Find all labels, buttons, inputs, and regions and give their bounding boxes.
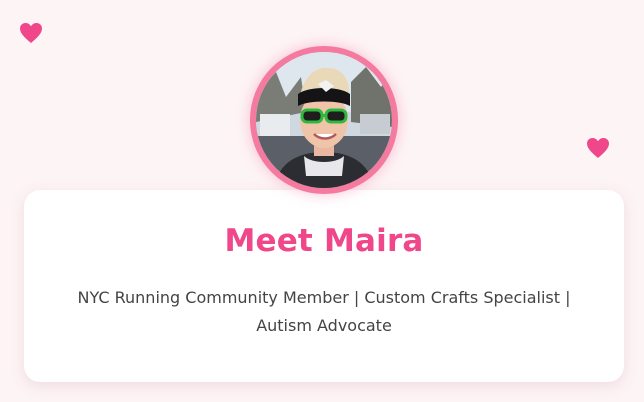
avatar — [256, 52, 392, 188]
profile-subtitle: NYC Running Community Member | Custom Cr… — [77, 288, 571, 335]
profile-photo — [256, 52, 392, 188]
profile-card: Meet Maira NYC Running Community Member … — [24, 190, 624, 382]
heart-icon — [19, 22, 43, 44]
avatar-frame — [250, 46, 398, 194]
page-title: Meet Maira — [224, 223, 424, 259]
heart-icon — [586, 137, 610, 159]
